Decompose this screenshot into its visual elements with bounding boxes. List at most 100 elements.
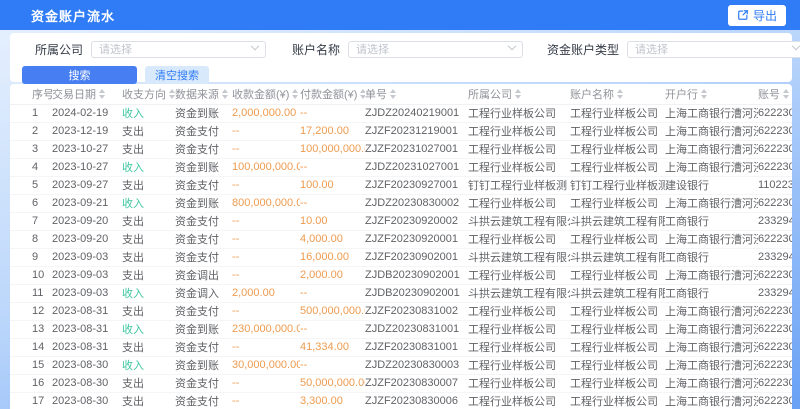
- column-header-pay-amount[interactable]: 付款金额(¥): [300, 84, 365, 104]
- cell-bank: 上海工商银行漕河泾支行: [665, 356, 758, 374]
- cell-account-no: 622230111: [758, 140, 792, 158]
- flow-table-card: 序号交易日期收支方向数据来源收款金额(¥)付款金额(¥)单号所属公司账户名称开户…: [10, 84, 792, 409]
- sort-icon[interactable]: [292, 89, 298, 99]
- table-row: 112023-09-03收入资金调入2,000.00--ZJDB20230902…: [10, 284, 792, 302]
- cell-trade-date: 2023-09-27: [52, 176, 122, 194]
- cell-trade-date: 2023-08-31: [52, 338, 122, 356]
- cell-company: 工程行业样板公司: [468, 104, 570, 122]
- cell-bank: 上海工商银行漕河泾支行: [665, 122, 758, 140]
- cell-account-name: 工程行业样板公司: [570, 158, 665, 176]
- cell-receive-amount: --: [232, 230, 300, 248]
- table-row: 32023-10-27支出资金支付--100,000,000.00ZJZF202…: [10, 140, 792, 158]
- cell-bank: 工商银行: [665, 248, 758, 266]
- cell-trade-date: 2023-09-20: [52, 230, 122, 248]
- cell-direction: 支出: [122, 122, 175, 140]
- cell-account-name: 工程行业样板公司: [570, 230, 665, 248]
- cell-account-no: 622230111: [758, 320, 792, 338]
- cell-order-no: ZJDZ20231027001: [365, 158, 468, 176]
- cell-account-no: 110223825: [758, 176, 792, 194]
- sort-icon[interactable]: [515, 89, 521, 99]
- cell-pay-amount: 100,000,000.00: [300, 140, 365, 158]
- cell-direction: 支出: [122, 176, 175, 194]
- cell-bank: 上海工商银行漕河泾支行: [665, 158, 758, 176]
- cell-account-no: 622230111: [758, 338, 792, 356]
- column-header-account-no[interactable]: 账号: [758, 84, 792, 104]
- sort-icon[interactable]: [390, 89, 396, 99]
- sort-icon[interactable]: [222, 89, 228, 99]
- sort-icon[interactable]: [783, 89, 789, 99]
- cell-direction: 支出: [122, 230, 175, 248]
- cell-source: 资金支付: [175, 122, 232, 140]
- cell-company: 工程行业样板公司: [468, 194, 570, 212]
- column-header-order-no[interactable]: 单号: [365, 84, 468, 104]
- filter-field-company: 所属公司 请选择: [35, 41, 266, 58]
- cell-bank: 上海工商银行漕河泾支行: [665, 320, 758, 338]
- cell-trade-date: 2023-08-30: [52, 356, 122, 374]
- cell-account-no: 622230111: [758, 104, 792, 122]
- cell-bank: 上海工商银行漕河泾支行: [665, 302, 758, 320]
- account-name-select[interactable]: 请选择: [348, 41, 523, 58]
- cell-source: 资金到账: [175, 356, 232, 374]
- cell-seq: 8: [10, 230, 52, 248]
- account-name-select-placeholder: 请选择: [356, 41, 389, 57]
- cell-account-name: 工程行业样板公司: [570, 266, 665, 284]
- cell-order-no: ZJDZ20230831001: [365, 320, 468, 338]
- sort-icon[interactable]: [99, 89, 105, 99]
- cell-seq: 5: [10, 176, 52, 194]
- column-label-source: 数据来源: [175, 86, 219, 102]
- cell-account-no: 622230111: [758, 392, 792, 409]
- column-header-company[interactable]: 所属公司: [468, 84, 570, 104]
- account-type-select[interactable]: 请选择: [627, 41, 800, 58]
- column-header-source[interactable]: 数据来源: [175, 84, 232, 104]
- cell-account-name: 工程行业样板公司: [570, 140, 665, 158]
- cell-pay-amount: 41,334.00: [300, 338, 365, 356]
- cell-account-no: 622230111: [758, 122, 792, 140]
- company-select[interactable]: 请选择: [91, 41, 266, 58]
- cell-pay-amount: 500,000,000.00: [300, 302, 365, 320]
- cell-account-name: 工程行业样板公司: [570, 320, 665, 338]
- table-row: 82023-09-20支出资金支付--4,000.00ZJZF202309200…: [10, 230, 792, 248]
- cell-receive-amount: --: [232, 374, 300, 392]
- column-header-account-name[interactable]: 账户名称: [570, 84, 665, 104]
- cell-source: 资金支付: [175, 140, 232, 158]
- column-header-receive-amount[interactable]: 收款金额(¥): [232, 84, 300, 104]
- cell-seq: 12: [10, 302, 52, 320]
- clear-search-button[interactable]: 清空搜索: [145, 66, 209, 84]
- column-header-bank[interactable]: 开户行: [665, 84, 758, 104]
- cell-bank: 上海工商银行漕河泾支行: [665, 194, 758, 212]
- cell-order-no: ZJZF20230831002: [365, 302, 468, 320]
- export-button[interactable]: 导出: [728, 5, 786, 26]
- cell-receive-amount: --: [232, 338, 300, 356]
- cell-source: 资金调出: [175, 266, 232, 284]
- cell-company: 工程行业样板公司: [468, 158, 570, 176]
- search-button[interactable]: 搜索: [22, 66, 137, 84]
- column-header-direction[interactable]: 收支方向: [122, 84, 175, 104]
- column-header-trade-date[interactable]: 交易日期: [52, 84, 122, 104]
- cell-source: 资金支付: [175, 230, 232, 248]
- cell-order-no: ZJZF20230830007: [365, 374, 468, 392]
- cell-account-name: 工程行业样板公司: [570, 338, 665, 356]
- cell-direction: 支出: [122, 248, 175, 266]
- cell-account-no: 233294994: [758, 284, 792, 302]
- cell-company: 工程行业样板公司: [468, 266, 570, 284]
- cell-source: 资金到账: [175, 194, 232, 212]
- table-row: 12024-02-19收入资金到账2,000,000.00--ZJDZ20240…: [10, 104, 792, 122]
- page-header: 资金账户流水 导出: [0, 0, 800, 30]
- cell-company: 工程行业样板公司: [468, 302, 570, 320]
- cell-seq: 10: [10, 266, 52, 284]
- cell-direction: 支出: [122, 266, 175, 284]
- cell-direction: 支出: [122, 140, 175, 158]
- cell-bank: 建设银行: [665, 176, 758, 194]
- sort-icon[interactable]: [617, 89, 623, 99]
- cell-seq: 9: [10, 248, 52, 266]
- cell-source: 资金支付: [175, 338, 232, 356]
- cell-bank: 上海工商银行漕河泾支行: [665, 338, 758, 356]
- cell-pay-amount: 16,000.00: [300, 248, 365, 266]
- cell-account-no: 622230111: [758, 230, 792, 248]
- cell-pay-amount: --: [300, 104, 365, 122]
- cell-receive-amount: 30,000,000.00: [232, 356, 300, 374]
- sort-icon[interactable]: [701, 89, 707, 99]
- cell-pay-amount: 50,000,000.00: [300, 374, 365, 392]
- table-row: 162023-08-30支出资金支付--50,000,000.00ZJZF202…: [10, 374, 792, 392]
- cell-order-no: ZJDB20230902001: [365, 284, 468, 302]
